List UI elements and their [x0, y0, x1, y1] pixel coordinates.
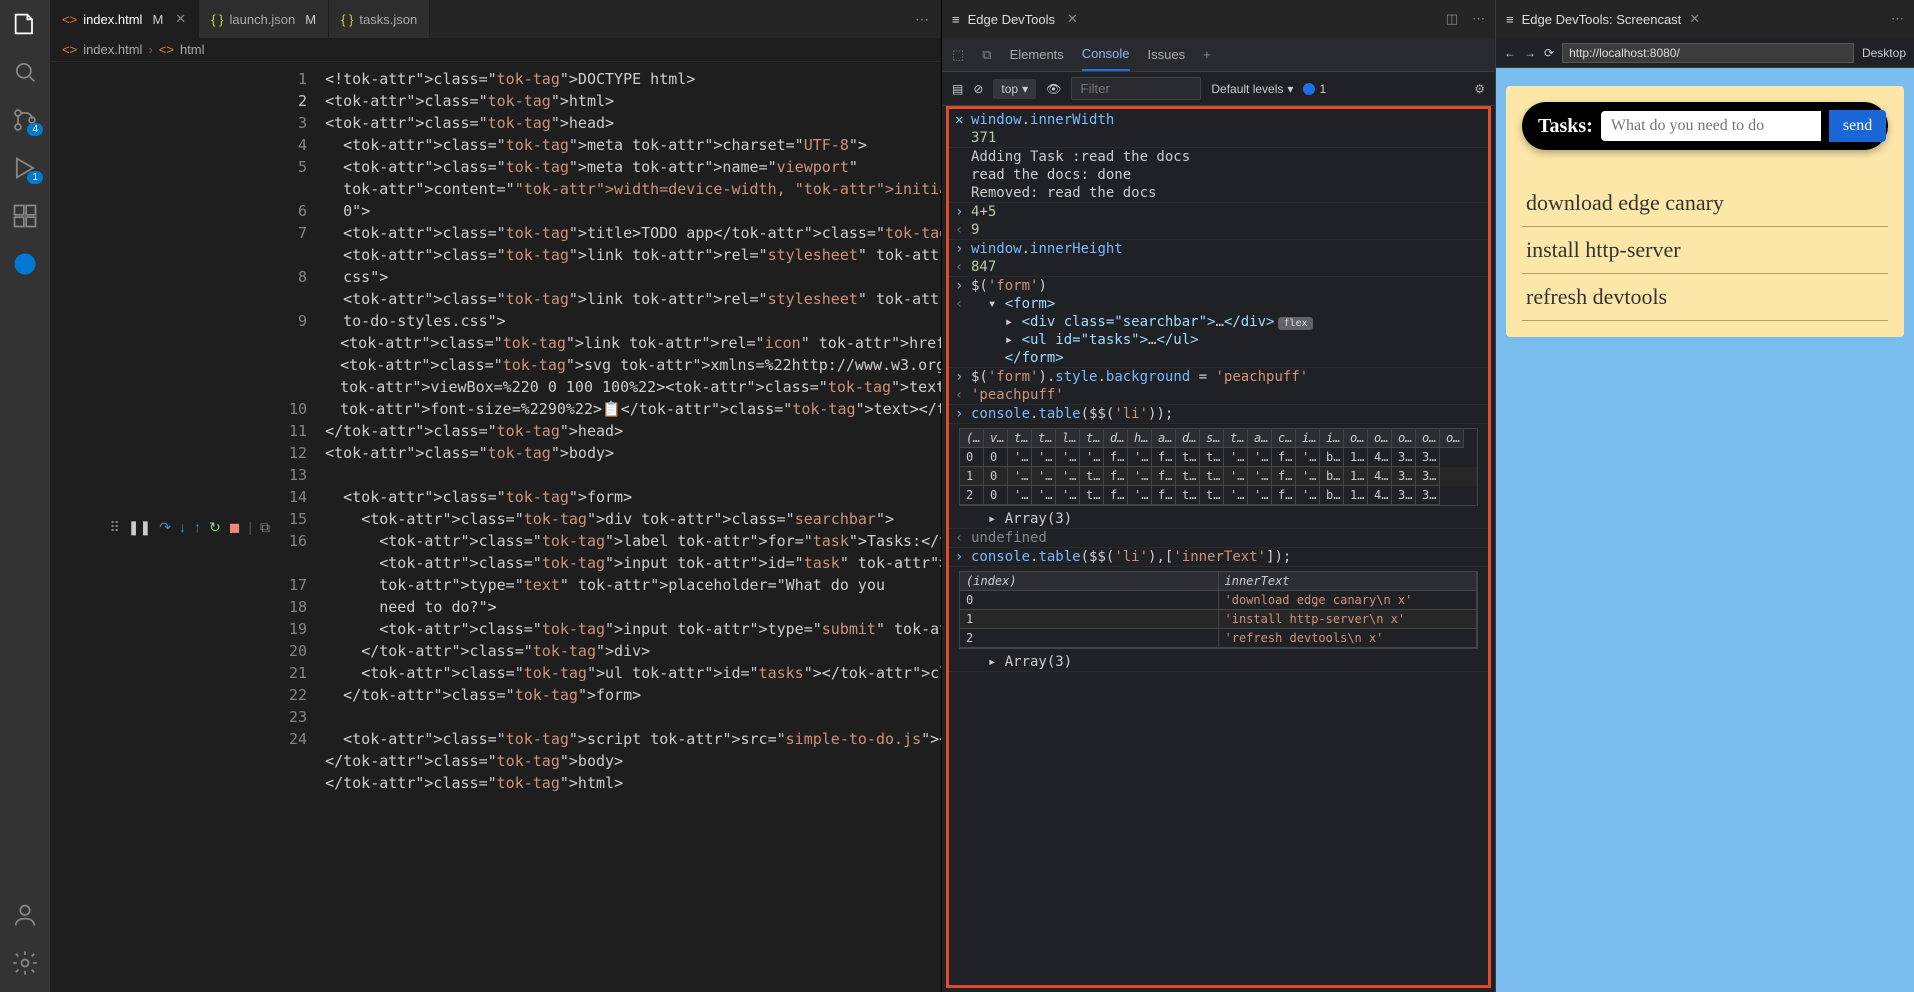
more-icon[interactable]: ⋯ [1891, 11, 1904, 27]
settings-gear-icon[interactable] [11, 949, 39, 977]
sidebar-toggle-icon[interactable]: ▤ [952, 82, 963, 96]
todo-form: Tasks: download edge canaryinstall http-… [1522, 102, 1888, 321]
devtools-panel: ≡ Edge DevTools ✕ ◫ ⋯ ⬚ ⧉ Elements Conso… [941, 0, 1496, 992]
searchbar: Tasks: [1522, 102, 1888, 150]
stop-icon[interactable]: ◼ [229, 519, 241, 536]
tasks-label: Tasks: [1532, 115, 1593, 138]
tab-console[interactable]: Console [1082, 38, 1130, 71]
tab-issues[interactable]: Issues [1148, 38, 1186, 71]
tab-index-html[interactable]: <> index.html M ✕ [50, 0, 199, 38]
console-table: (.v.t.t.l.t.d.h.a.d.s.t.a.c.i.i.o.o.o.o.… [959, 428, 1478, 506]
debug-toolbar: ⠿ ❚❚ ↷ ↓ ↑ ↻ ◼ | ⧉ [100, 62, 280, 992]
tab-launch-json[interactable]: { } launch.json M [199, 0, 329, 38]
reload-icon[interactable]: ⟳ [1544, 46, 1554, 60]
tab-modified-indicator: M [152, 12, 163, 27]
list-item[interactable]: download edge canary [1522, 180, 1888, 227]
edge-tools-icon[interactable] [11, 250, 39, 278]
code-editor[interactable]: 12345 67 8 9 10111213141516 171819202122… [280, 62, 941, 992]
panel-icon: ≡ [952, 12, 960, 27]
tab-tasks-json[interactable]: { } tasks.json [329, 0, 430, 38]
step-out-icon[interactable]: ↑ [194, 519, 201, 535]
add-tab-icon[interactable]: + [1203, 47, 1211, 62]
screencast-panel: ≡ Edge DevTools: Screencast ✕ ⋯ ← → ⟳ De… [1496, 0, 1914, 992]
devtools-title-bar: ≡ Edge DevTools ✕ ◫ ⋯ [942, 0, 1495, 38]
todo-app: Tasks: download edge canaryinstall http-… [1506, 86, 1904, 337]
live-expression-icon[interactable]: 👁 [1046, 82, 1061, 96]
restart-icon[interactable]: ↻ [209, 519, 221, 536]
scm-badge: 4 [27, 123, 43, 136]
issues-indicator[interactable]: 1 [1303, 82, 1326, 96]
explorer-icon[interactable] [11, 10, 39, 38]
more-icon[interactable]: ⋯ [1472, 11, 1485, 27]
task-input[interactable] [1601, 111, 1821, 141]
back-icon[interactable]: ← [1504, 46, 1516, 60]
pause-icon[interactable]: ❚❚ [128, 519, 151, 536]
tasks-list: download edge canaryinstall http-serverr… [1522, 180, 1888, 321]
extensions-icon[interactable] [11, 202, 39, 230]
drag-handle-icon[interactable]: ⠿ [110, 519, 120, 536]
split-icon[interactable]: ◫ [1446, 11, 1458, 27]
url-input[interactable] [1562, 43, 1854, 63]
forward-icon[interactable]: → [1524, 46, 1536, 60]
device-label[interactable]: Desktop [1862, 46, 1906, 60]
code-content[interactable]: <!tok-attr">class="tok-tag">DOCTYPE html… [321, 62, 941, 992]
tab-label: launch.json [229, 12, 295, 27]
list-item[interactable]: refresh devtools [1522, 274, 1888, 321]
devtools-title: Edge DevTools [968, 12, 1055, 27]
source-control-icon[interactable]: 4 [11, 106, 39, 134]
open-devtools-icon[interactable]: ⧉ [260, 519, 270, 536]
run-debug-icon[interactable]: 1 [11, 154, 39, 182]
console-settings-icon[interactable]: ⚙ [1474, 82, 1485, 96]
step-into-icon[interactable]: ↓ [179, 519, 186, 535]
close-icon[interactable]: ✕ [175, 11, 186, 27]
account-icon[interactable] [11, 901, 39, 929]
breadcrumb-symbol: html [180, 42, 205, 57]
breadcrumb-file: index.html [83, 42, 142, 57]
screencast-title: Edge DevTools: Screencast [1522, 12, 1682, 27]
clear-console-icon[interactable]: ⊘ [973, 82, 983, 96]
close-icon[interactable]: ✕ [1689, 11, 1700, 27]
step-over-icon[interactable]: ↷ [159, 519, 171, 536]
devtools-tabs: ⬚ ⧉ Elements Console Issues + [942, 38, 1495, 72]
close-icon[interactable]: ✕ [1067, 11, 1078, 27]
console-filter-input[interactable] [1071, 77, 1201, 100]
panel-icon: ≡ [1506, 12, 1514, 27]
editor-tabs: <> index.html M ✕ { } launch.json M { } … [50, 0, 941, 38]
search-icon[interactable] [11, 58, 39, 86]
editor-region: <> index.html M ✕ { } launch.json M { } … [50, 0, 941, 992]
screencast-nav: ← → ⟳ Desktop [1496, 38, 1914, 68]
tab-elements[interactable]: Elements [1010, 38, 1064, 71]
debug-badge: 1 [27, 171, 43, 184]
console-table: (index)innerText0'download edge canary\n… [959, 571, 1478, 649]
screencast-viewport[interactable]: Tasks: download edge canaryinstall http-… [1496, 68, 1914, 992]
screencast-title-bar: ≡ Edge DevTools: Screencast ✕ ⋯ [1496, 0, 1914, 38]
list-item[interactable]: install http-server [1522, 227, 1888, 274]
tab-label: tasks.json [359, 12, 417, 27]
tab-label: index.html [83, 12, 142, 27]
send-button[interactable] [1829, 110, 1886, 142]
breadcrumb[interactable]: <> index.html › <> html [50, 38, 941, 62]
more-actions-icon[interactable]: ⋯ [915, 11, 929, 28]
activity-bar: 4 1 [0, 0, 50, 992]
device-toggle-icon[interactable]: ⧉ [982, 47, 991, 63]
tab-modified-indicator: M [305, 12, 316, 27]
console-output[interactable]: ✕window.innerWidth 371 Adding Task :read… [946, 106, 1491, 988]
inspect-icon[interactable]: ⬚ [952, 47, 964, 63]
line-gutter: 12345 67 8 9 10111213141516 171819202122… [280, 62, 321, 992]
console-toolbar: ▤ ⊘ top▾ 👁 Default levels▾ 1 ⚙ [942, 72, 1495, 106]
log-levels-selector[interactable]: Default levels▾ [1211, 82, 1293, 96]
context-selector[interactable]: top▾ [993, 79, 1036, 99]
